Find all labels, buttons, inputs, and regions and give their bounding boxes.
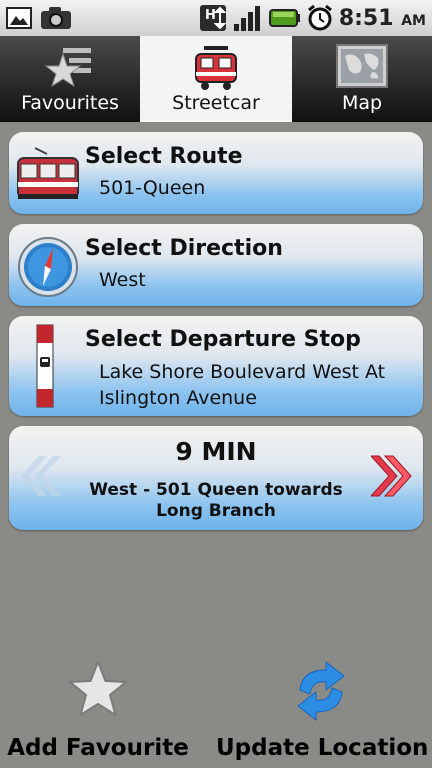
map-icon (336, 44, 388, 88)
select-route-title: Select Route (85, 144, 243, 169)
compass-icon (18, 237, 78, 297)
selected-direction: West (99, 269, 146, 291)
streetcar-icon (195, 46, 237, 90)
tab-streetcar-label: Streetcar (172, 92, 260, 114)
battery-icon (268, 9, 300, 27)
select-direction-card[interactable]: Select Direction West (9, 224, 423, 306)
selected-route: 501-Queen (99, 177, 206, 199)
prediction-card: 9 MIN West - 501 Queen towards Long Bran… (9, 426, 423, 530)
selected-stop-line2: Islington Avenue (99, 387, 257, 409)
star-list-icon (45, 48, 91, 88)
data-transfer-icon: H (199, 5, 227, 31)
update-location-label: Update Location (216, 735, 429, 761)
selected-stop-line1: Lake Shore Boulevard West At (99, 361, 386, 383)
prediction-description: West - 501 Queen towards Long Branch (89, 480, 343, 521)
tab-map-label: Map (341, 92, 383, 114)
tab-streetcar[interactable]: Streetcar (140, 36, 292, 122)
clock-time: 8:51 (338, 5, 394, 31)
update-location-button[interactable]: Update Location (216, 660, 429, 761)
camera-icon (41, 7, 71, 29)
select-route-card[interactable]: Select Route 501-Queen (9, 132, 423, 214)
tab-favourites-label: Favourites (21, 92, 119, 114)
stop-pole-icon (36, 324, 54, 408)
alarm-icon (307, 4, 332, 31)
signal-icon (233, 6, 260, 31)
clock: 8:51 AM (339, 6, 426, 31)
gallery-icon (6, 7, 32, 29)
svg-text:H: H (205, 8, 216, 23)
clock-ampm: AM (401, 12, 426, 29)
add-favourite-button[interactable]: Add Favourite (0, 660, 196, 761)
tab-bar: Favourites Streetcar Map (0, 36, 432, 122)
add-favourite-label: Add Favourite (7, 735, 189, 761)
star-icon (69, 661, 127, 716)
select-direction-title: Select Direction (85, 236, 283, 261)
status-bar: H 8:51 AM (0, 0, 432, 37)
select-departure-stop-title: Select Departure Stop (85, 327, 361, 352)
streetcar-icon (17, 147, 79, 199)
select-departure-stop-card[interactable]: Select Departure Stop Lake Shore Bouleva… (9, 316, 423, 416)
arrival-time: 9 MIN (175, 437, 257, 466)
tab-map[interactable]: Map (292, 36, 432, 122)
next-arrow-icon[interactable] (371, 452, 415, 500)
refresh-icon (297, 660, 345, 722)
tab-favourites[interactable]: Favourites (0, 36, 140, 122)
